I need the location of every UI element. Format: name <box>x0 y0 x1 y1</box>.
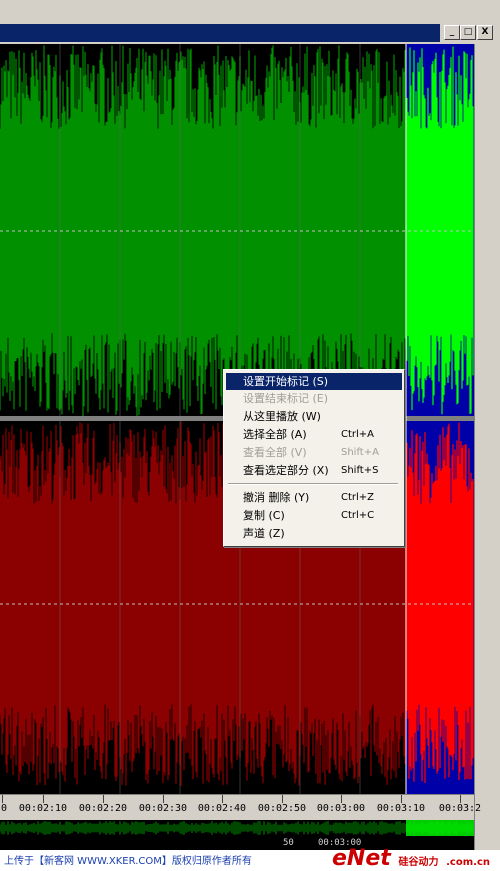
credit-text: 上传于【新客网 WWW.XKER.COM】版权归原作者所有 <box>4 856 252 867</box>
ruler-label: 00:02:10 <box>18 803 68 814</box>
logo-sub: .com.cn <box>446 857 490 868</box>
ruler-label: 00:02:40 <box>197 803 247 814</box>
ruler-tick <box>401 795 402 803</box>
overview-partial-label: 50 <box>283 838 294 848</box>
context-menu[interactable]: 设置开始标记 (S) 设置结束标记 (E) 从这里播放 (W) 选择全部 (A)… <box>223 369 405 547</box>
logo-cn: 硅谷动力 <box>398 857 439 868</box>
close-button[interactable]: X <box>477 25 493 40</box>
menu-item-undo-delete[interactable]: 撤消 删除 (Y) Ctrl+Z <box>226 489 402 506</box>
ruler-label: 0 <box>0 803 8 814</box>
ruler-tick <box>282 795 283 803</box>
ruler-tick <box>222 795 223 803</box>
logo-main: eNet <box>332 846 391 871</box>
wave-channel-selected <box>405 422 474 783</box>
menu-item-play-from-here[interactable]: 从这里播放 (W) <box>226 408 402 425</box>
ruler-label: 00:02:30 <box>138 803 188 814</box>
overview-wave <box>0 821 473 835</box>
window-title-fill <box>0 24 440 42</box>
ruler-tick <box>43 795 44 803</box>
ruler-tick <box>2 795 3 803</box>
ruler-label: 00:02:50 <box>257 803 307 814</box>
ruler-tick <box>103 795 104 803</box>
ruler-label: 00:03:2 <box>438 803 482 814</box>
menu-item-view-all[interactable]: 查看全部 (V) Shift+A <box>226 444 402 461</box>
enet-logo: eNet 硅谷动力 .com.cn <box>332 846 490 871</box>
vertical-scrollbar[interactable] <box>474 44 500 850</box>
time-ruler[interactable]: 0 00:02:10 00:02:20 00:02:30 00:02:40 00:02:5… <box>0 794 481 821</box>
menu-item-copy[interactable]: 复制 (C) Ctrl+C <box>226 507 402 524</box>
menu-item-set-end-mark[interactable]: 设置结束标记 (E) <box>226 390 402 407</box>
ruler-tick <box>163 795 164 803</box>
ruler-label: 00:03:10 <box>376 803 426 814</box>
maximize-button[interactable]: □ <box>460 25 476 40</box>
menu-separator <box>228 483 398 485</box>
minimize-button[interactable]: _ <box>444 25 460 40</box>
wave-channel-selected <box>405 46 474 415</box>
ruler-label: 00:03:00 <box>316 803 366 814</box>
menu-item-channel[interactable]: 声道 (Z) <box>226 525 402 542</box>
ruler-tick <box>341 795 342 803</box>
menu-item-select-all[interactable]: 选择全部 (A) Ctrl+A <box>226 426 402 443</box>
menu-item-view-selection[interactable]: 查看选定部分 (X) Shift+S <box>226 462 402 479</box>
menu-item-set-start-mark[interactable]: 设置开始标记 (S) <box>226 373 402 390</box>
ruler-tick <box>460 795 461 803</box>
overview-selection <box>406 820 474 836</box>
ruler-label: 00:02:20 <box>78 803 128 814</box>
